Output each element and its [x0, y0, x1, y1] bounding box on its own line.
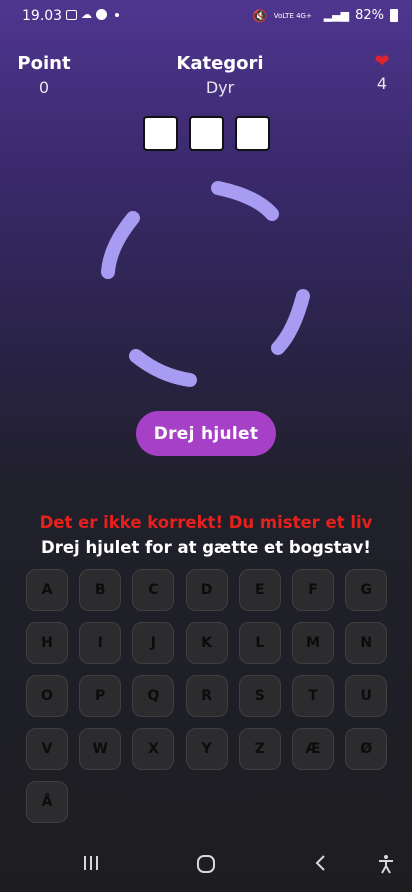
status-time: 19.03 — [22, 8, 63, 24]
key-o[interactable]: O — [26, 675, 68, 717]
wheel-arc-right — [271, 289, 310, 355]
key-a[interactable]: A — [26, 569, 68, 611]
category-section: Kategori Dyr — [160, 53, 280, 97]
key-g[interactable]: G — [345, 569, 388, 611]
lives-section: ❤ 4 — [366, 51, 398, 94]
points-label: Point — [17, 53, 71, 74]
key-t[interactable]: T — [292, 675, 334, 717]
account-icon — [96, 9, 107, 20]
key-ø[interactable]: Ø — [345, 728, 388, 770]
spin-wheel[interactable] — [96, 176, 318, 398]
home-icon[interactable] — [196, 854, 216, 874]
wheel-arc-left — [101, 211, 140, 279]
recents-icon[interactable] — [82, 854, 100, 872]
key-e[interactable]: E — [238, 569, 281, 611]
key-i[interactable]: I — [79, 622, 122, 664]
status-bar: 19.03 ☁ 🔇 VoLTE 4G+ ▂▄▆ 82% — [0, 0, 412, 32]
key-j[interactable]: J — [132, 622, 175, 664]
key-q[interactable]: Q — [132, 675, 175, 717]
battery-text: 82% — [355, 8, 384, 23]
mute-icon: 🔇 — [252, 8, 268, 23]
key-x[interactable]: X — [132, 728, 175, 770]
key-u[interactable]: U — [345, 675, 388, 717]
battery-icon — [390, 9, 398, 22]
network-label: VoLTE 4G+ — [273, 11, 312, 20]
key-f[interactable]: F — [292, 569, 334, 611]
key-m[interactable]: M — [292, 622, 334, 664]
status-right: 🔇 VoLTE 4G+ ▂▄▆ 82% — [253, 8, 398, 23]
key-c[interactable]: C — [132, 569, 175, 611]
key-å[interactable]: Å — [26, 781, 68, 823]
key-p[interactable]: P — [79, 675, 122, 717]
back-icon[interactable] — [312, 854, 330, 872]
key-s[interactable]: S — [238, 675, 281, 717]
letter-box — [235, 116, 270, 151]
navigation-bar — [0, 844, 412, 892]
key-n[interactable]: N — [345, 622, 388, 664]
key-w[interactable]: W — [79, 728, 122, 770]
key-æ[interactable]: Æ — [292, 728, 334, 770]
key-b[interactable]: B — [79, 569, 122, 611]
points-section: Point 0 — [16, 53, 72, 97]
error-message: Det er ikke korrekt! Du mister et liv — [39, 513, 373, 532]
heart-icon: ❤ — [374, 51, 390, 72]
key-v[interactable]: V — [26, 728, 68, 770]
lives-value: 4 — [376, 74, 388, 93]
signal-icon: ▂▄▆ — [323, 9, 350, 22]
letter-box — [189, 116, 224, 151]
key-h[interactable]: H — [26, 622, 68, 664]
key-l[interactable]: L — [238, 622, 281, 664]
key-z[interactable]: Z — [238, 728, 281, 770]
points-value: 0 — [38, 78, 50, 97]
category-value: Dyr — [205, 78, 235, 97]
wheel-arc-bottom — [129, 349, 197, 387]
status-notification-icons: ☁ — [66, 8, 119, 21]
more-notifications-icon — [115, 12, 119, 17]
instruction-message: Drej hjulet for at gætte et bogstav! — [41, 538, 371, 557]
category-label: Kategori — [176, 53, 264, 74]
cloud-icon: ☁ — [81, 8, 92, 21]
accessibility-icon[interactable] — [376, 854, 396, 874]
spin-wheel-button[interactable]: Drej hjulet — [136, 411, 276, 456]
key-d[interactable]: D — [185, 569, 228, 611]
key-y[interactable]: Y — [185, 728, 228, 770]
letter-box — [143, 116, 178, 151]
key-k[interactable]: K — [185, 622, 228, 664]
key-r[interactable]: R — [185, 675, 228, 717]
wheel-arc-top — [211, 181, 279, 221]
gallery-icon — [66, 9, 77, 20]
word-boxes — [143, 116, 270, 151]
